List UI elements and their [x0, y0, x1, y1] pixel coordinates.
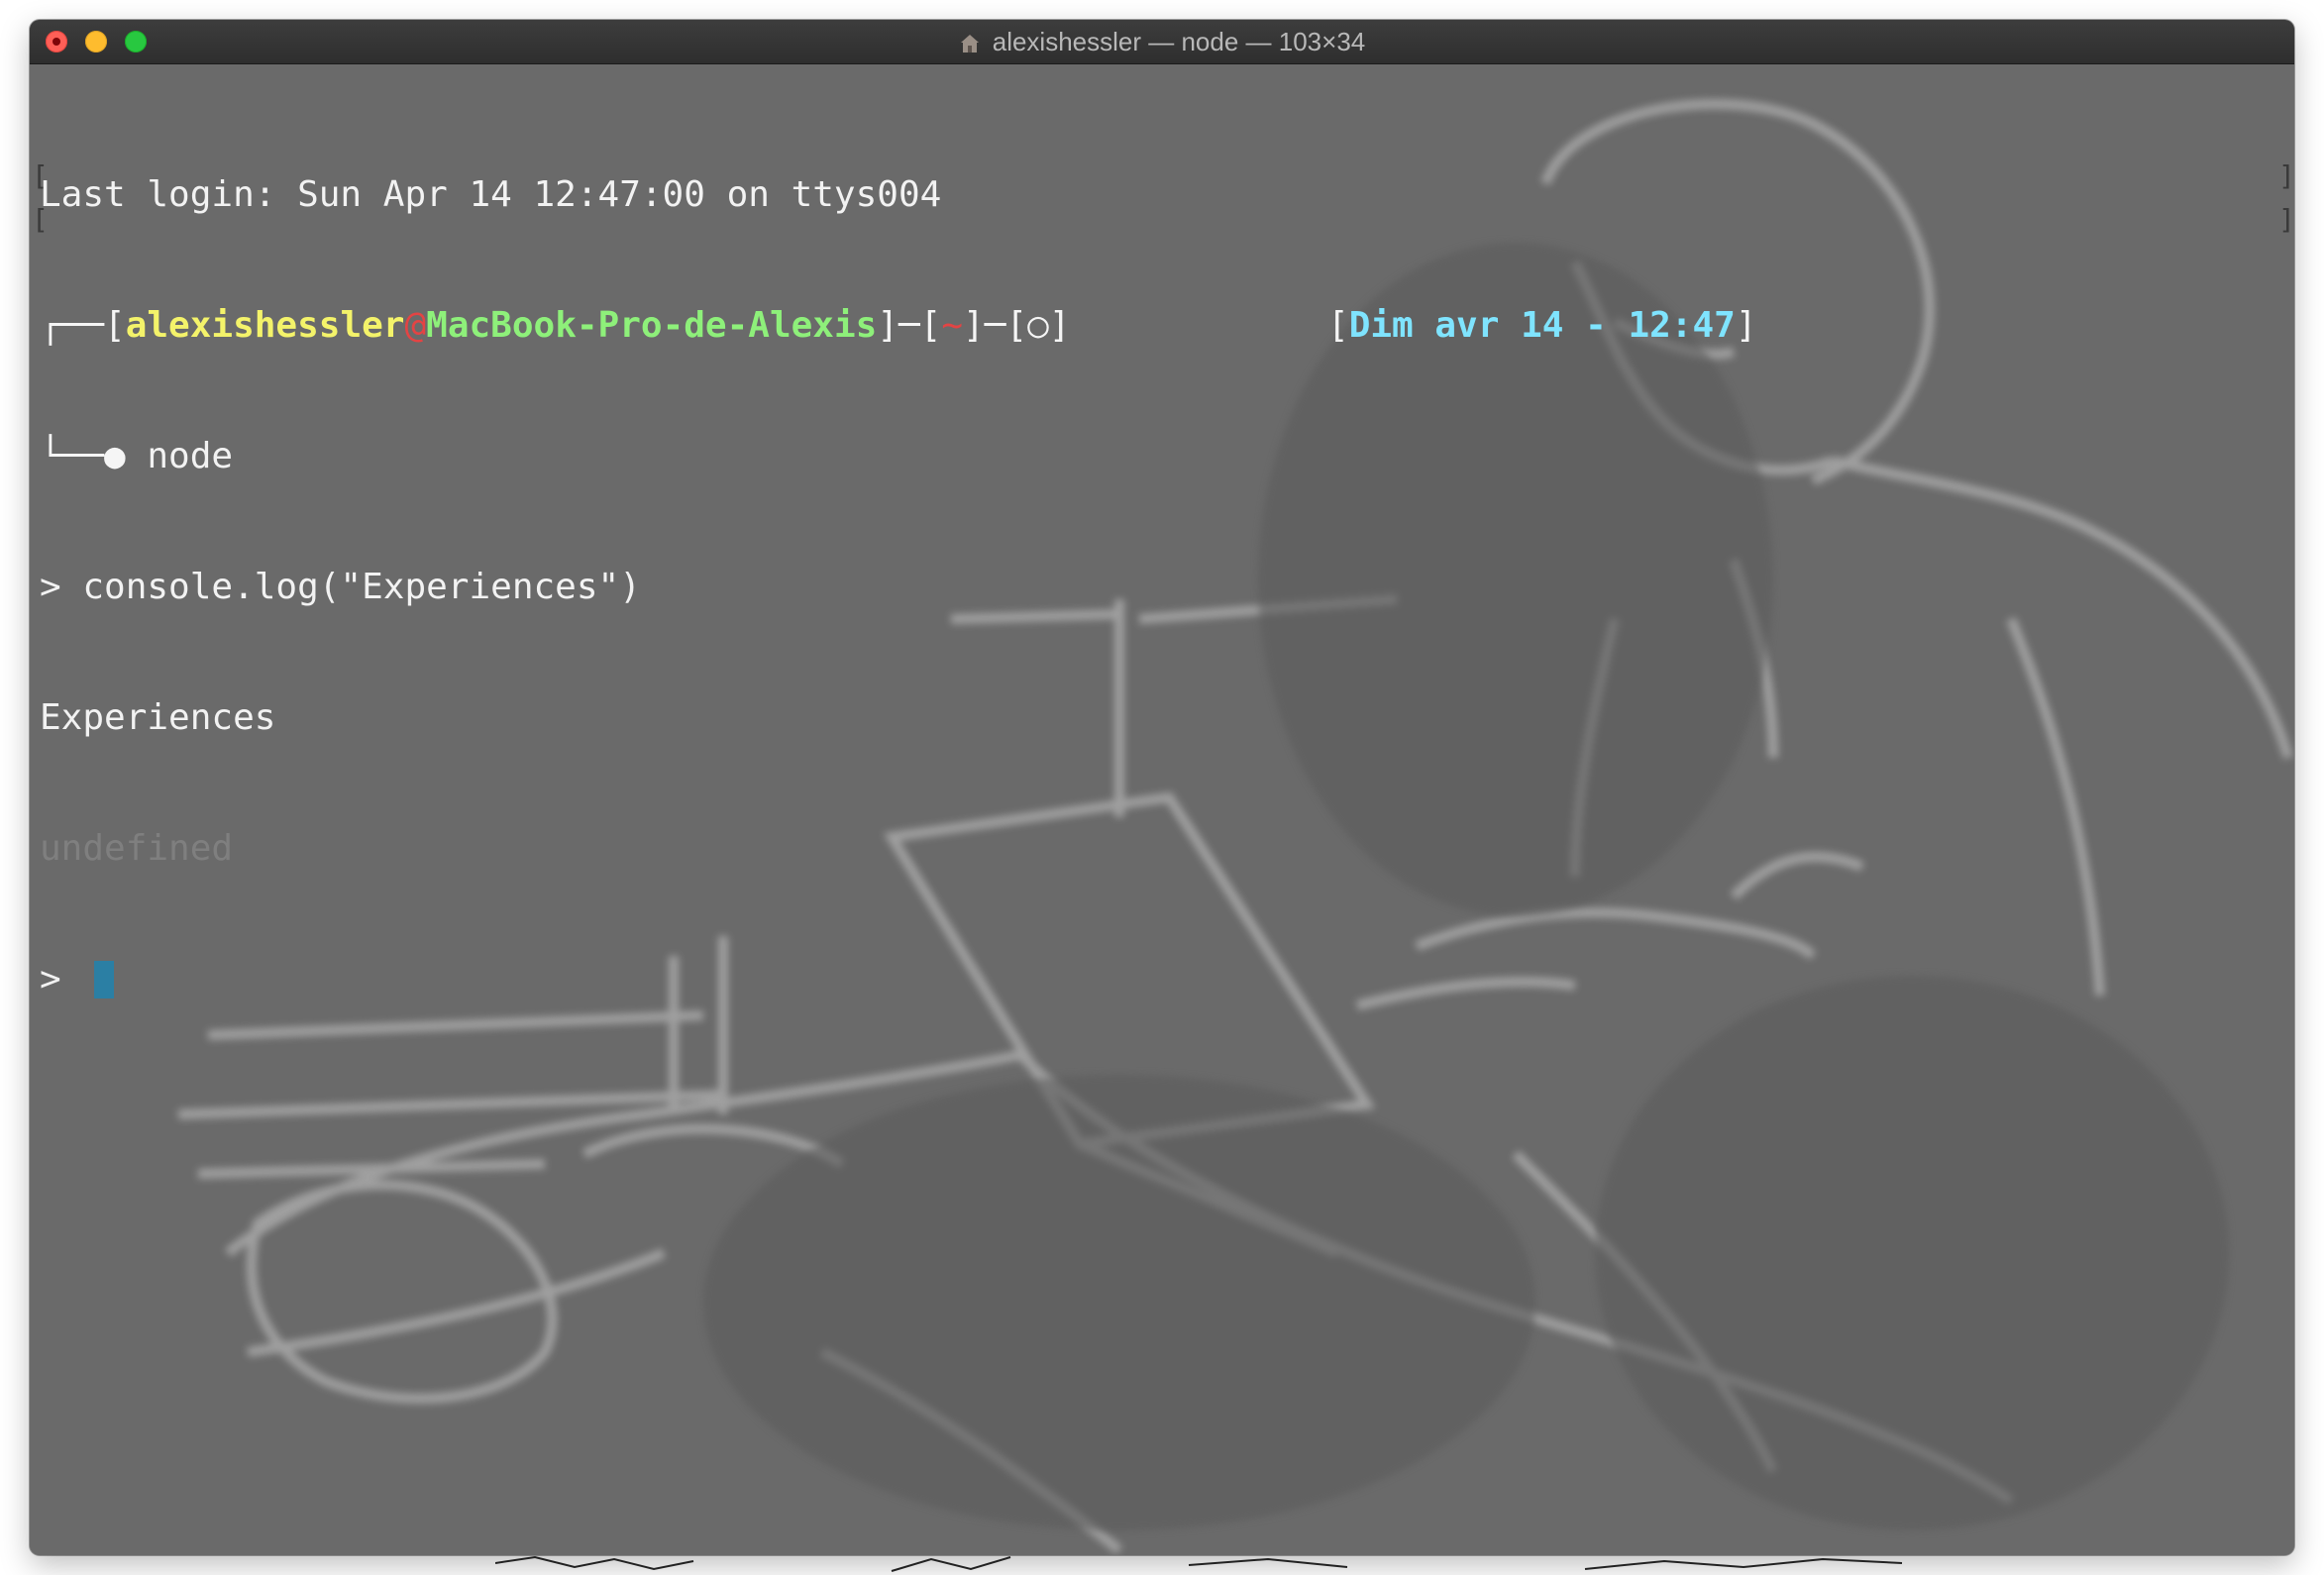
text-cursor[interactable]	[94, 961, 115, 998]
repl-prompt: >	[40, 959, 83, 999]
repl-return-line: undefined	[40, 827, 1070, 871]
prompt-status-icon: ○	[1027, 305, 1049, 346]
prompt-separator-2: ]─[	[963, 305, 1028, 346]
executed-command: node	[147, 436, 234, 476]
prompt-box-open: ┌──[	[40, 305, 126, 346]
prompt-timestamp: [Dim avr 14 - 12:47]	[1327, 304, 1757, 348]
repl-prompt-line[interactable]: >	[40, 958, 1070, 1001]
window-title: alexishessler — node — 103×34	[992, 26, 1366, 56]
repl-output-line: Experiences	[40, 696, 1070, 740]
prompt-tree: └──●	[40, 436, 148, 476]
title-bar[interactable]: alexishessler — node — 103×34	[30, 20, 2294, 64]
prompt-edge-mark-right-2: ]	[2278, 203, 2294, 236]
timestamp-open: [	[1327, 305, 1349, 346]
terminal-window: alexishessler — node — 103×34 [[]] La…	[30, 20, 2294, 1555]
window-title-area: alexishessler — node — 103×34	[30, 20, 2294, 63]
prompt-line: ┌──[alexishessler@MacBook-Pro-de-Alexis]…	[40, 304, 1757, 348]
prompt-edge-mark-right: ]	[2278, 159, 2294, 192]
timestamp-close: ]	[1735, 305, 1757, 346]
prompt-user: alexishessler	[125, 305, 405, 346]
repl-output-text: Experiences	[40, 697, 276, 738]
repl-input-line: > console.log("Experiences")	[40, 566, 1070, 609]
prompt-host: MacBook-Pro-de-Alexis	[426, 305, 878, 346]
terminal-output[interactable]: Last login: Sun Apr 14 12:47:00 on ttys0…	[40, 86, 1757, 1089]
repl-return-value: undefined	[40, 828, 234, 869]
terminal-content[interactable]: [ [ ] ] Last login: Sun Apr 14 12:47:00 …	[30, 64, 2294, 1555]
repl-input-text: > console.log("Experiences")	[40, 567, 641, 607]
prompt-at: @	[404, 305, 427, 346]
last-login-line: Last login: Sun Apr 14 12:47:00 on ttys0…	[40, 173, 1070, 217]
prompt-cwd: ~	[941, 305, 964, 346]
home-folder-icon	[959, 31, 981, 52]
bottom-edge-sketch	[495, 1555, 1903, 1572]
timestamp-text: Dim avr 14 - 12:47	[1348, 305, 1736, 346]
command-line: └──● node	[40, 435, 1070, 478]
prompt-separator: ]─[	[877, 305, 942, 346]
last-login-text: Last login: Sun Apr 14 12:47:00 on ttys0…	[40, 174, 942, 215]
prompt-box-close: ]	[1048, 305, 1071, 346]
